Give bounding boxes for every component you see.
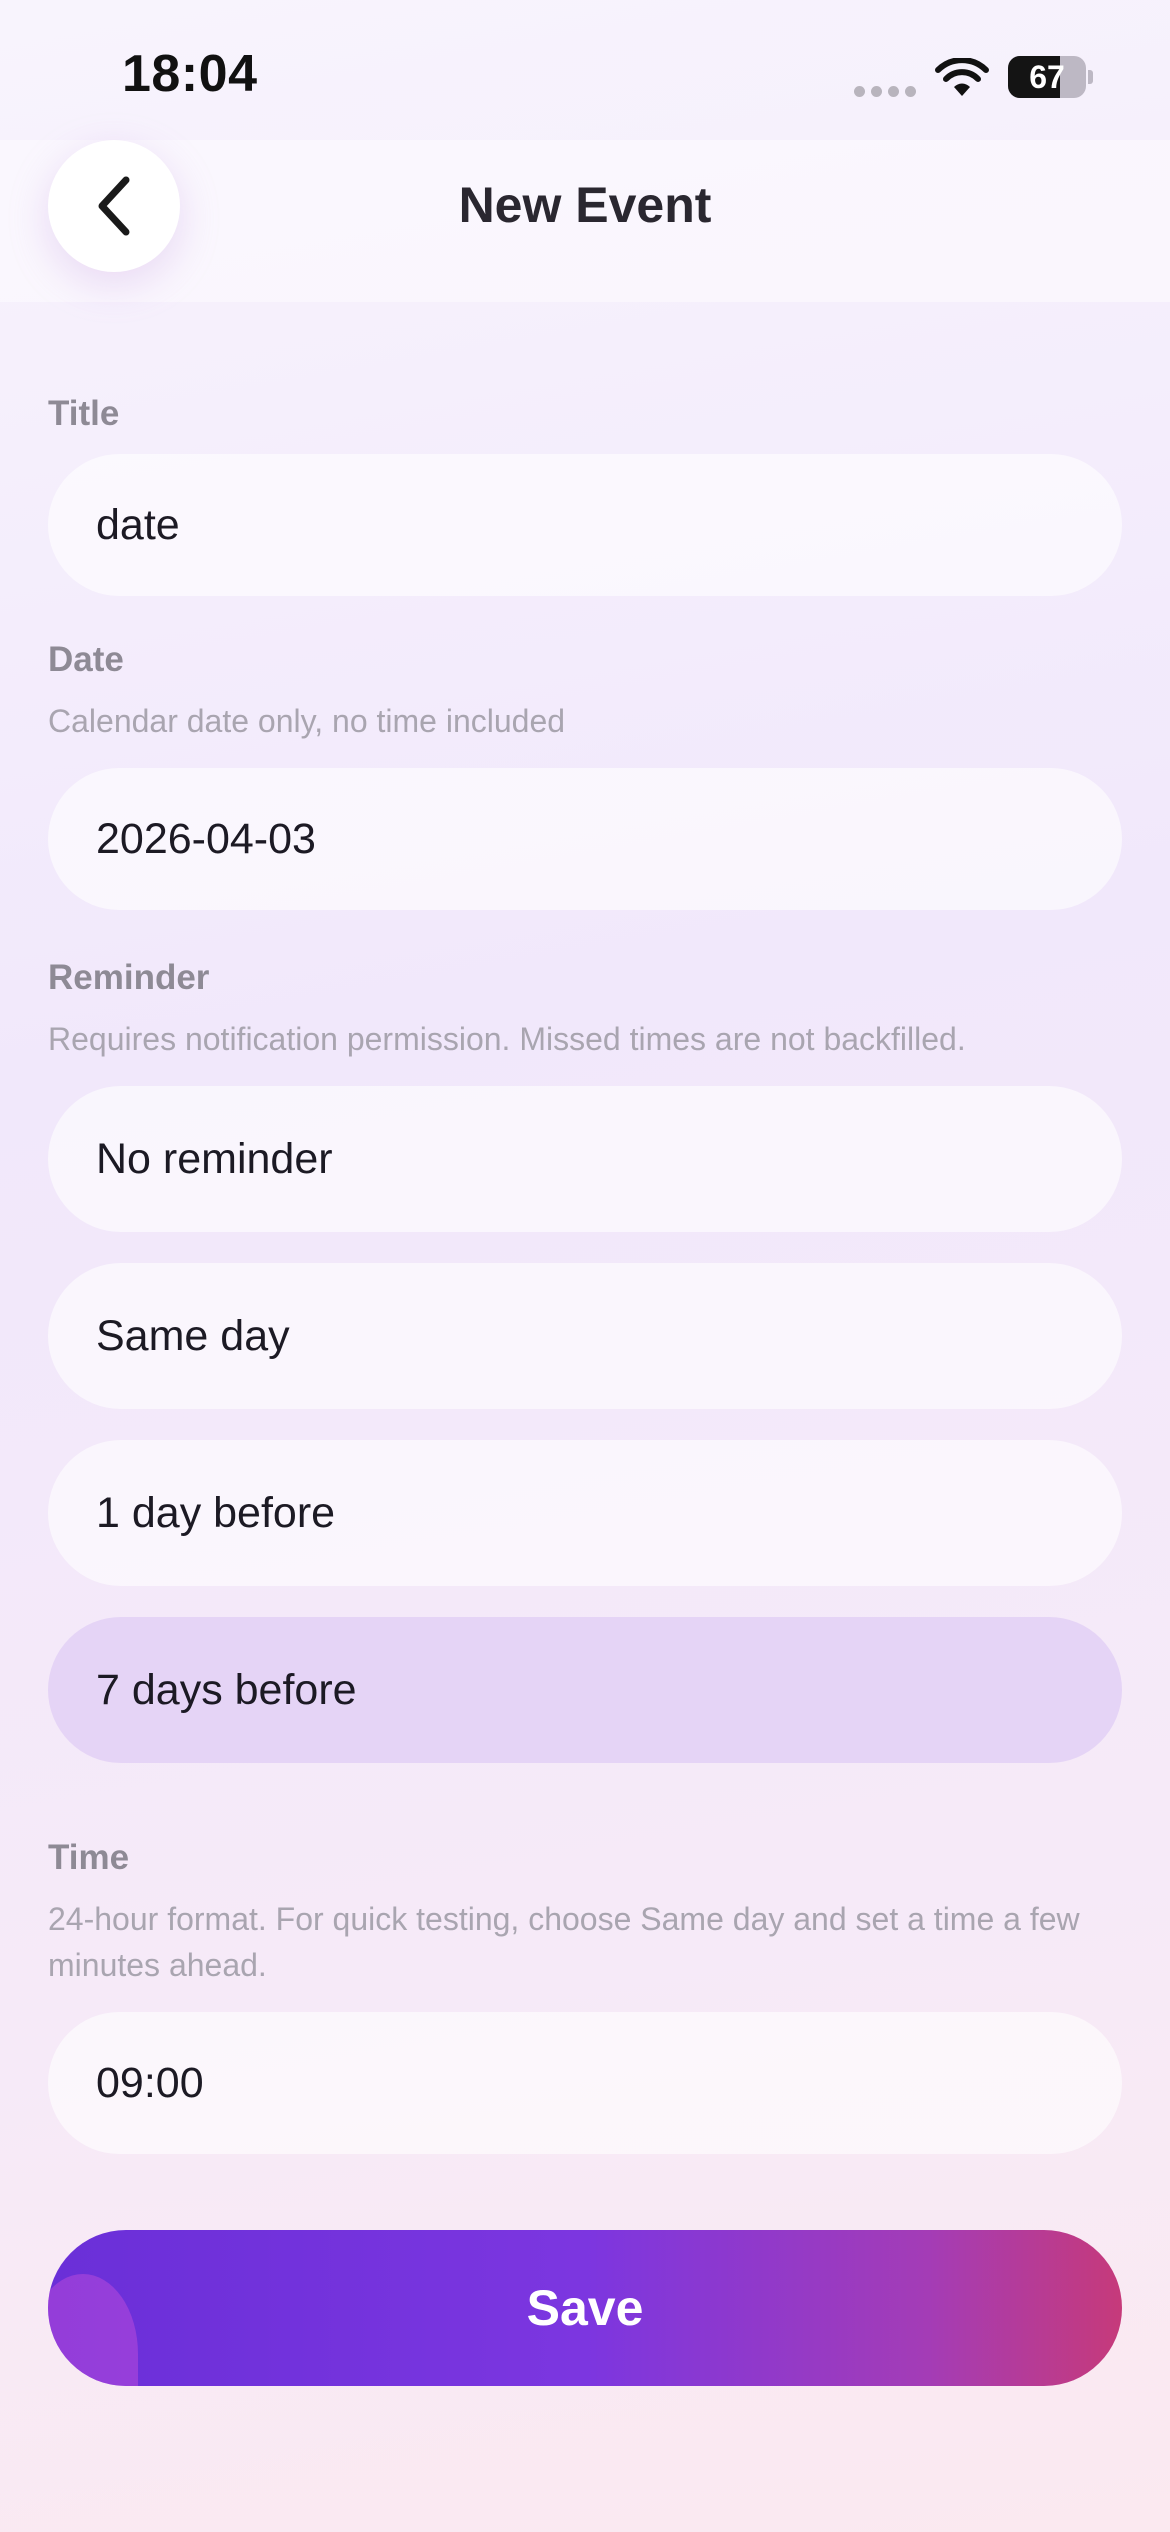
reminder-option-none[interactable]: No reminder (48, 1086, 1122, 1232)
time-input[interactable]: 09:00 (48, 2012, 1122, 2154)
reminder-hint: Requires notification permission. Missed… (48, 1021, 966, 1057)
reminder-option-7-days-before[interactable]: 7 days before (48, 1617, 1122, 1763)
save-button-label: Save (526, 2280, 644, 2336)
time-label: Time (48, 1838, 130, 1877)
date-label: Date (48, 640, 124, 679)
save-button[interactable]: Save (48, 2230, 1122, 2386)
reminder-option-same-day[interactable]: Same day (48, 1263, 1122, 1409)
title-input[interactable]: date (48, 454, 1122, 596)
header: New Event (0, 140, 1170, 302)
page-title: New Event (458, 177, 712, 233)
reminder-option-1-day-before[interactable]: 1 day before (48, 1440, 1122, 1586)
battery-icon: 67 (1008, 56, 1093, 98)
time-hint: 24-hour format. For quick testing, choos… (48, 1901, 1080, 1983)
status-bar: 18:04 67 (0, 0, 1170, 140)
status-time: 18:04 (122, 45, 258, 103)
reminder-label: Reminder (48, 958, 210, 997)
date-hint: Calendar date only, no time included (48, 703, 566, 739)
battery-level: 67 (1029, 59, 1065, 95)
signal-dots-icon (854, 86, 916, 97)
date-input[interactable]: 2026-04-03 (48, 768, 1122, 910)
wifi-icon (935, 58, 989, 96)
title-label: Title (48, 394, 120, 433)
